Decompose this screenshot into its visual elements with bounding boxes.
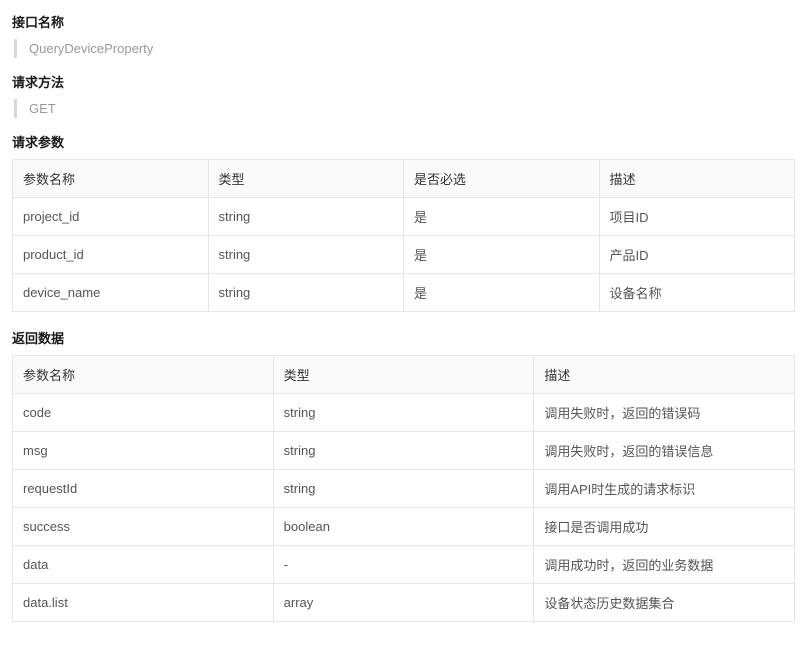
col-desc: 描述 [534,356,795,394]
cell-desc: 调用失败时，返回的错误码 [534,394,795,432]
table-row: codestring调用失败时，返回的错误码 [13,394,795,432]
cell-desc: 项目ID [599,198,795,236]
cell-name: data.list [13,584,274,622]
cell-type: - [273,546,534,584]
table-header-row: 参数名称 类型 是否必选 描述 [13,160,795,198]
cell-desc: 调用失败时，返回的错误信息 [534,432,795,470]
cell-desc: 设备名称 [599,274,795,312]
cell-desc: 产品ID [599,236,795,274]
cell-name: msg [13,432,274,470]
table-row: requestIdstring调用API时生成的请求标识 [13,470,795,508]
request-params-label: 请求参数 [12,132,795,151]
table-header-row: 参数名称 类型 描述 [13,356,795,394]
cell-type: array [273,584,534,622]
cell-desc: 调用成功时，返回的业务数据 [534,546,795,584]
col-param-name: 参数名称 [13,356,274,394]
request-params-table: 参数名称 类型 是否必选 描述 project_idstring是项目IDpro… [12,159,795,312]
cell-type: string [273,394,534,432]
table-row: successboolean接口是否调用成功 [13,508,795,546]
response-data-table: 参数名称 类型 描述 codestring调用失败时，返回的错误码msgstri… [12,355,795,622]
method-value: GET [14,99,795,118]
api-name-value: QueryDeviceProperty [14,39,795,58]
method-label: 请求方法 [12,72,795,91]
cell-type: boolean [273,508,534,546]
table-row: product_idstring是产品ID [13,236,795,274]
cell-type: string [208,198,404,236]
cell-desc: 调用API时生成的请求标识 [534,470,795,508]
col-param-name: 参数名称 [13,160,209,198]
cell-name: success [13,508,274,546]
cell-required: 是 [404,236,600,274]
table-row: msgstring调用失败时，返回的错误信息 [13,432,795,470]
col-desc: 描述 [599,160,795,198]
cell-type: string [208,274,404,312]
cell-name: device_name [13,274,209,312]
cell-name: requestId [13,470,274,508]
table-row: device_namestring是设备名称 [13,274,795,312]
cell-name: code [13,394,274,432]
cell-type: string [208,236,404,274]
cell-name: project_id [13,198,209,236]
cell-required: 是 [404,198,600,236]
col-required: 是否必选 [404,160,600,198]
cell-required: 是 [404,274,600,312]
table-row: data-调用成功时，返回的业务数据 [13,546,795,584]
cell-type: string [273,470,534,508]
cell-type: string [273,432,534,470]
cell-name: data [13,546,274,584]
table-row: data.listarray设备状态历史数据集合 [13,584,795,622]
api-name-label: 接口名称 [12,12,795,31]
table-row: project_idstring是项目ID [13,198,795,236]
col-type: 类型 [208,160,404,198]
col-type: 类型 [273,356,534,394]
cell-desc: 接口是否调用成功 [534,508,795,546]
cell-desc: 设备状态历史数据集合 [534,584,795,622]
cell-name: product_id [13,236,209,274]
response-data-label: 返回数据 [12,328,795,347]
